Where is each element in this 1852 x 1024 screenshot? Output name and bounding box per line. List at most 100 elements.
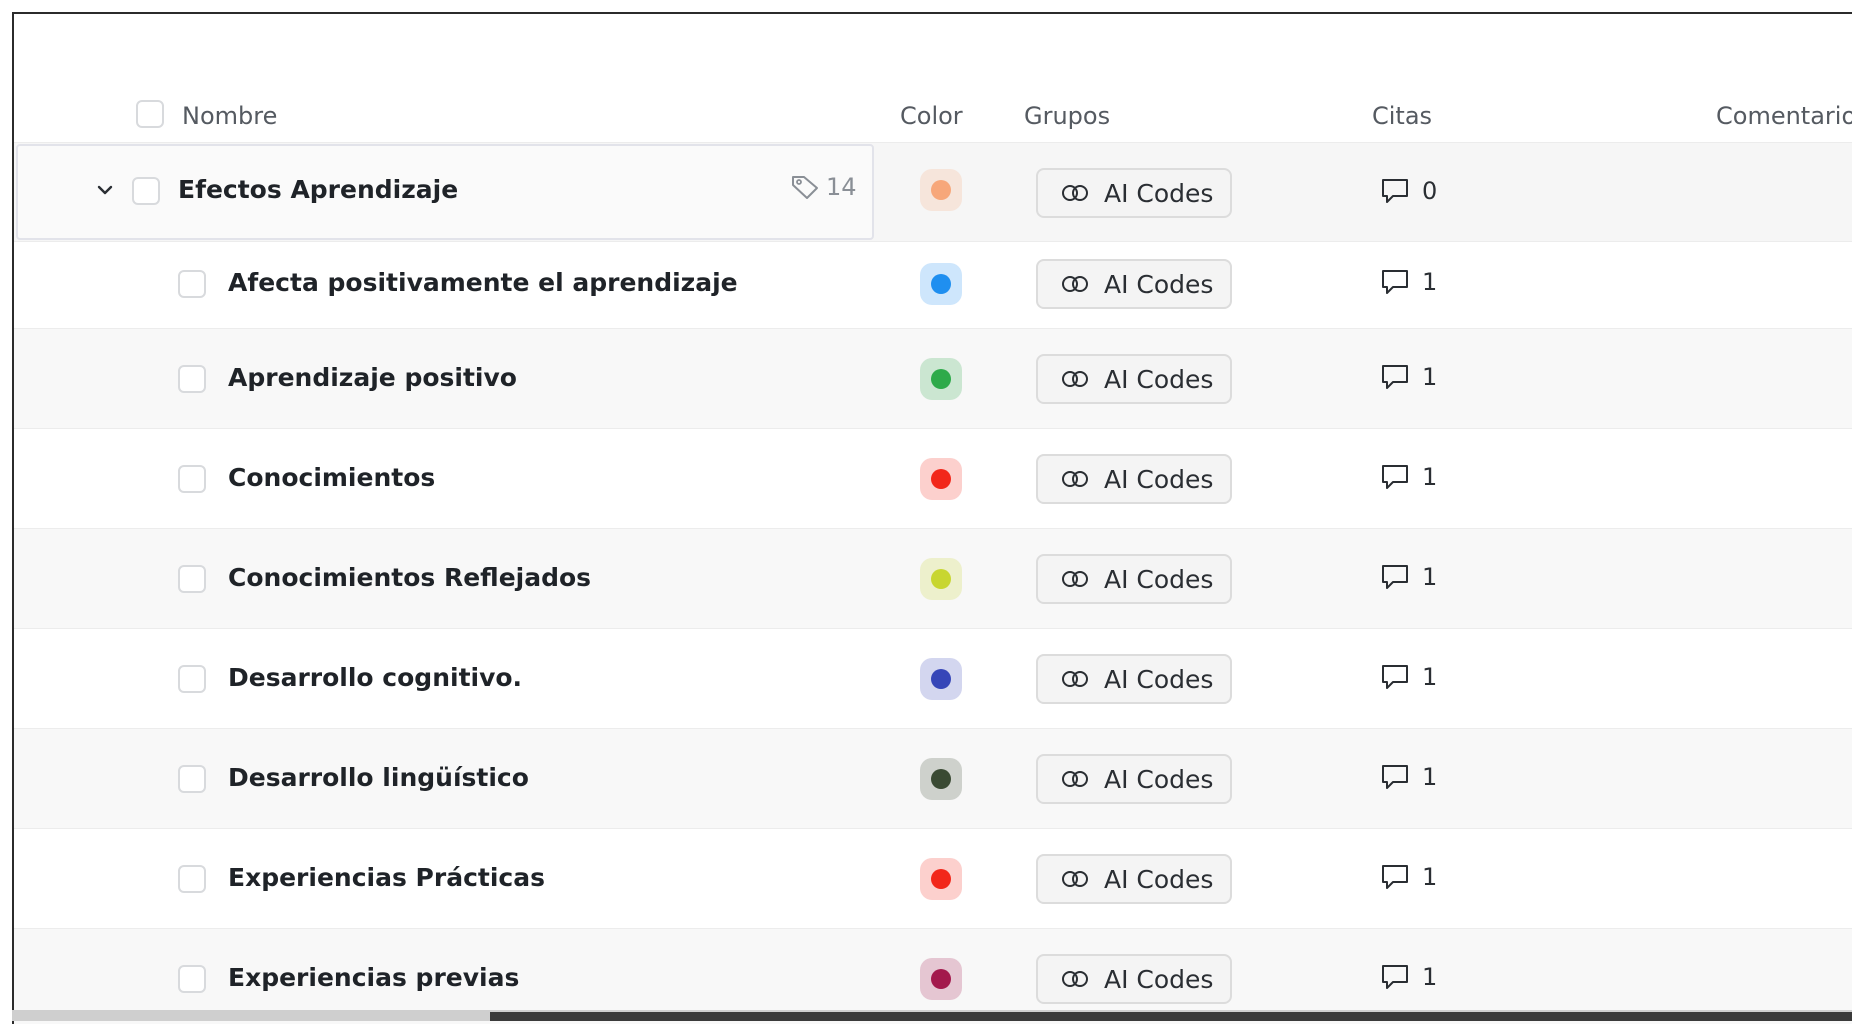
code-name[interactable]: Desarrollo lingüístico: [228, 763, 529, 792]
table-row[interactable]: Conocimientos Reflejados AI Codes 1: [14, 528, 1852, 628]
code-name[interactable]: Afecta positivamente el aprendizaje: [228, 268, 738, 297]
color-swatch[interactable]: [920, 558, 962, 600]
group-label: AI Codes: [1104, 864, 1214, 894]
group-link-icon: [1062, 771, 1088, 787]
color-swatch[interactable]: [920, 758, 962, 800]
quotes-cell: 0: [1380, 177, 1437, 205]
quotes-count: 1: [1422, 863, 1438, 891]
quotes-cell: 1: [1380, 268, 1437, 296]
group-button[interactable]: AI Codes: [1036, 854, 1232, 904]
color-swatch[interactable]: [920, 358, 962, 400]
group-button[interactable]: AI Codes: [1036, 754, 1232, 804]
group-link-icon: [1062, 871, 1088, 887]
color-dot: [931, 769, 951, 789]
group-button[interactable]: AI Codes: [1036, 554, 1232, 604]
group-label: AI Codes: [1104, 178, 1214, 208]
quotes-cell: 1: [1380, 863, 1437, 891]
code-name[interactable]: Desarrollo cognitivo.: [228, 663, 522, 692]
row-checkbox[interactable]: [178, 270, 206, 298]
column-header-color[interactable]: Color: [900, 102, 963, 130]
horizontal-scrollbar[interactable]: [12, 1010, 1852, 1021]
group-label: AI Codes: [1104, 364, 1214, 394]
comment-icon: [1382, 565, 1408, 589]
chevron-down-icon[interactable]: [94, 179, 116, 201]
group-label: AI Codes: [1104, 564, 1214, 594]
quotes-count: 1: [1422, 268, 1438, 296]
table-row[interactable]: Desarrollo lingüístico AI Codes 1: [14, 728, 1852, 828]
color-dot: [931, 469, 951, 489]
row-checkbox[interactable]: [178, 865, 206, 893]
row-checkbox[interactable]: [178, 765, 206, 793]
parent-code-name[interactable]: Efectos Aprendizaje: [178, 175, 458, 204]
column-header-comments[interactable]: Comentario: [1716, 102, 1852, 130]
color-dot: [931, 969, 951, 989]
column-header-quotes[interactable]: Citas: [1372, 102, 1432, 130]
code-name[interactable]: Aprendizaje positivo: [228, 363, 517, 392]
group-label: AI Codes: [1104, 464, 1214, 494]
comment-icon: [1382, 865, 1408, 889]
code-name[interactable]: Conocimientos Reflejados: [228, 563, 591, 592]
group-link-icon: [1062, 571, 1088, 587]
color-dot: [931, 180, 951, 200]
row-checkbox[interactable]: [178, 665, 206, 693]
group-button[interactable]: AI Codes: [1036, 259, 1232, 309]
table-row-parent[interactable]: Efectos Aprendizaje 14 AI Codes 0: [14, 142, 1852, 241]
code-name[interactable]: Experiencias previas: [228, 963, 519, 992]
code-count-value: 14: [826, 173, 857, 201]
quotes-count: 1: [1422, 363, 1438, 391]
color-swatch[interactable]: [920, 958, 962, 1000]
row-checkbox[interactable]: [178, 965, 206, 993]
row-checkbox[interactable]: [178, 565, 206, 593]
comment-icon: [1382, 765, 1408, 789]
table-row[interactable]: Experiencias Prácticas AI Codes 1: [14, 828, 1852, 928]
quotes-count: 1: [1422, 563, 1438, 591]
color-swatch[interactable]: [920, 658, 962, 700]
group-button[interactable]: AI Codes: [1036, 168, 1232, 218]
table-row[interactable]: Aprendizaje positivo AI Codes 1: [14, 328, 1852, 428]
group-label: AI Codes: [1104, 269, 1214, 299]
quotes-count: 1: [1422, 463, 1438, 491]
table-row[interactable]: Conocimientos AI Codes 1: [14, 428, 1852, 528]
color-dot: [931, 869, 951, 889]
row-checkbox[interactable]: [178, 465, 206, 493]
color-dot: [931, 669, 951, 689]
quotes-cell: 1: [1380, 763, 1437, 791]
color-swatch[interactable]: [920, 858, 962, 900]
tag-icon: [792, 176, 818, 199]
group-link-icon: [1062, 471, 1088, 487]
table-row[interactable]: Desarrollo cognitivo. AI Codes 1: [14, 628, 1852, 728]
group-label: AI Codes: [1104, 664, 1214, 694]
group-label: AI Codes: [1104, 764, 1214, 794]
column-header-name[interactable]: Nombre: [182, 102, 277, 130]
quotes-cell: 1: [1380, 663, 1437, 691]
group-button[interactable]: AI Codes: [1036, 454, 1232, 504]
comment-icon: [1382, 179, 1408, 203]
quotes-cell: 1: [1380, 363, 1437, 391]
table-header: Nombre Color Grupos Citas Comentario: [14, 14, 1852, 142]
comment-icon: [1382, 665, 1408, 689]
group-button[interactable]: AI Codes: [1036, 654, 1232, 704]
row-checkbox[interactable]: [132, 177, 160, 205]
code-name[interactable]: Conocimientos: [228, 463, 435, 492]
code-count: 14: [790, 173, 857, 201]
quotes-cell: 1: [1380, 463, 1437, 491]
color-swatch[interactable]: [920, 263, 962, 305]
group-link-icon: [1062, 971, 1088, 987]
group-button[interactable]: AI Codes: [1036, 354, 1232, 404]
select-all-checkbox[interactable]: [136, 100, 164, 128]
comment-icon: [1382, 965, 1408, 989]
table-row[interactable]: Afecta positivamente el aprendizaje AI Co…: [14, 241, 1852, 328]
color-swatch[interactable]: [920, 458, 962, 500]
color-swatch[interactable]: [920, 169, 962, 211]
comment-icon: [1382, 465, 1408, 489]
code-name[interactable]: Experiencias Prácticas: [228, 863, 545, 892]
row-checkbox[interactable]: [178, 365, 206, 393]
quotes-count: 1: [1422, 663, 1438, 691]
codes-table: Nombre Color Grupos Citas Comentario Efe…: [12, 12, 1852, 1024]
group-button[interactable]: AI Codes: [1036, 954, 1232, 1004]
column-header-groups[interactable]: Grupos: [1024, 102, 1110, 130]
color-dot: [931, 569, 951, 589]
group-link-icon: [1062, 185, 1088, 201]
comment-icon: [1382, 365, 1408, 389]
scrollbar-thumb[interactable]: [490, 1012, 1852, 1021]
